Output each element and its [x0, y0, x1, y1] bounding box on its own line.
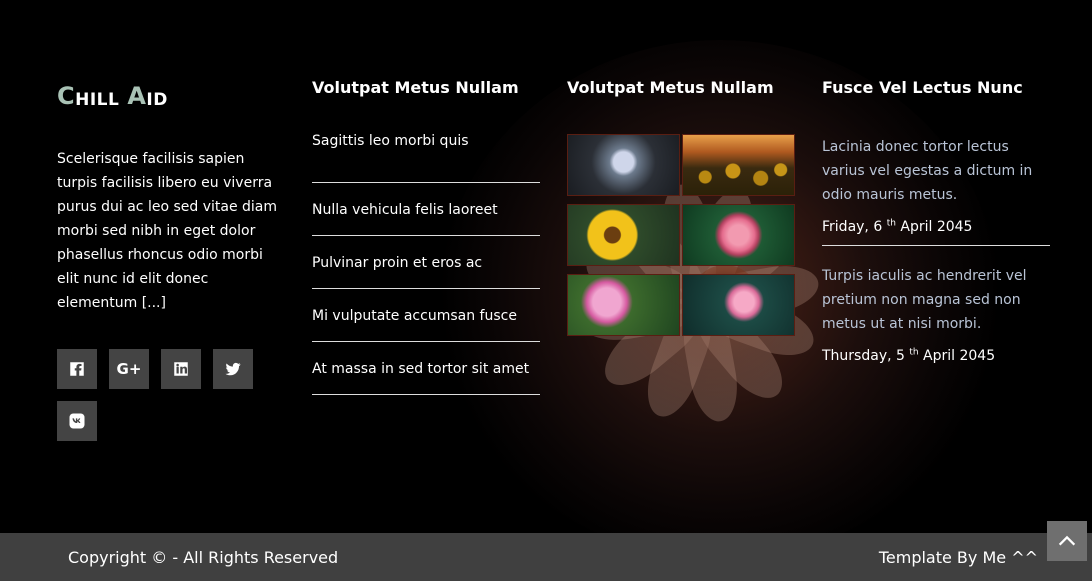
logo-letter-c: C: [57, 82, 76, 110]
scroll-to-top-button[interactable]: [1047, 521, 1087, 561]
post-date: Thursday, 5 th April 2045: [822, 347, 996, 364]
footer-link[interactable]: Mi vulputate accumsan fusce: [312, 289, 540, 342]
rose-image[interactable]: [682, 204, 795, 266]
linkedin-icon: [174, 362, 188, 376]
google-plus-button[interactable]: G+: [109, 349, 149, 389]
post-date: Friday, 6 th April 2045: [822, 218, 973, 235]
water-lily-image[interactable]: [682, 274, 795, 336]
gallery-column: Volutpat Metus Nullam: [567, 78, 795, 336]
twitter-icon: [225, 362, 241, 376]
gallery-column-title: Volutpat Metus Nullam: [567, 78, 774, 97]
links-column-title: Volutpat Metus Nullam: [312, 78, 519, 97]
google-plus-icon: G+: [116, 360, 142, 378]
sunflower-field-image[interactable]: [682, 134, 795, 196]
template-credit[interactable]: Template By Me ^^: [879, 548, 1038, 567]
site-logo[interactable]: C HILL A ID: [57, 78, 287, 110]
posts-column-title: Fusce Vel Lectus Nunc: [822, 78, 1023, 97]
footer-link[interactable]: Nulla vehicula felis laoreet: [312, 183, 540, 236]
post-item: Lacinia donec tortor lectus varius vel e…: [822, 135, 1050, 235]
facebook-icon: [70, 362, 84, 376]
facebook-button[interactable]: [57, 349, 97, 389]
twitter-button[interactable]: [213, 349, 253, 389]
about-text: Scelerisque facilisis sapien turpis faci…: [57, 151, 278, 311]
posts-column: Fusce Vel Lectus Nunc Lacinia donec tort…: [822, 78, 1050, 364]
image-gallery: [567, 134, 795, 336]
site-footer: C HILL A ID Scelerisque facilisis sapien…: [0, 0, 1092, 533]
lotus-image[interactable]: [567, 134, 680, 196]
chevron-up-icon: [1058, 535, 1076, 546]
vk-icon: [69, 413, 85, 429]
about-column: C HILL A ID Scelerisque facilisis sapien…: [57, 78, 287, 453]
social-links: G+: [57, 349, 277, 453]
peony-image[interactable]: [567, 274, 680, 336]
post-divider: [822, 245, 1050, 246]
footer-link[interactable]: Pulvinar proin et eros ac: [312, 236, 540, 289]
copyright-bar: Copyright © - All Rights Reserved Templa…: [0, 533, 1092, 581]
linkedin-button[interactable]: [161, 349, 201, 389]
logo-text-id: ID: [146, 90, 168, 110]
logo-text-hill: HILL: [75, 90, 120, 110]
footer-link[interactable]: At massa in sed tortor sit amet: [312, 342, 540, 395]
recent-posts: Lacinia donec tortor lectus varius vel e…: [822, 135, 1050, 364]
sunflower-image[interactable]: [567, 204, 680, 266]
post-excerpt[interactable]: Turpis iaculis ac hendrerit vel pretium …: [822, 264, 1050, 336]
copyright-text: Copyright © - All Rights Reserved: [68, 547, 339, 567]
post-excerpt[interactable]: Lacinia donec tortor lectus varius vel e…: [822, 135, 1050, 207]
footer-link[interactable]: Sagittis leo morbi quis: [312, 133, 540, 183]
logo-letter-a: A: [127, 82, 147, 110]
vk-button[interactable]: [57, 401, 97, 441]
post-item: Turpis iaculis ac hendrerit vel pretium …: [822, 264, 1050, 364]
footer-links-list: Sagittis leo morbi quis Nulla vehicula f…: [312, 133, 540, 395]
links-column: Volutpat Metus Nullam Sagittis leo morbi…: [312, 78, 540, 395]
